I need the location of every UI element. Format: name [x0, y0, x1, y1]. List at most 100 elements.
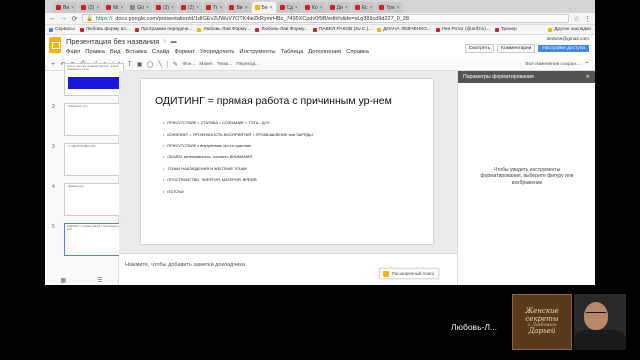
- slide-bullet[interactable]: • ПРОСТРАНСТВО, ЭНЕРГИЯ, МАТЕРИЯ, ВРЕМЯ: [163, 174, 313, 185]
- speaker-notes[interactable]: Нажмите, чтобы добавить заметки докладчи…: [119, 253, 457, 285]
- close-tab-icon[interactable]: ×: [220, 5, 223, 11]
- close-tab-icon[interactable]: ×: [320, 5, 323, 11]
- browser-tab[interactable]: Tr ×: [203, 2, 226, 13]
- back-icon[interactable]: ←: [49, 15, 56, 22]
- browser-tab[interactable]: Ви ×: [53, 2, 78, 13]
- present-button[interactable]: Смотреть: [464, 44, 495, 53]
- bookmark-item[interactable]: Леи Ротаг (@arifzin)...: [435, 27, 490, 32]
- close-tab-icon[interactable]: ×: [270, 5, 273, 11]
- bullet-text: ТОЧКИ НАБЛЮДЕНИЯ И ЖЕСТКИЕ ТОЧКИ: [167, 165, 247, 171]
- list-view-icon[interactable]: ☰: [97, 277, 102, 284]
- share-button[interactable]: Настройки доступа: [538, 45, 589, 52]
- collapse-icon[interactable]: ⌃: [584, 61, 590, 68]
- user-email[interactable]: dedose@gmail.com: [547, 37, 589, 42]
- menu-item[interactable]: Справка: [346, 49, 369, 55]
- url-field[interactable]: 🔒 https://docs.google.com/presentation/d…: [82, 14, 569, 23]
- close-tab-icon[interactable]: ×: [196, 5, 199, 11]
- bookmark-item[interactable]: Любовь-Лав Форму...: [197, 27, 250, 32]
- browser-tab[interactable]: (2) ×: [78, 2, 103, 13]
- slide-bullet[interactable]: • ПРИСУТСТВИЕ = СТАТИКА = СОЗНАНИЕ = ТЭТА…: [163, 117, 313, 128]
- browser-tab[interactable]: Mi ×: [103, 2, 127, 13]
- layout-button[interactable]: Макет: [199, 62, 213, 67]
- close-tab-icon[interactable]: ×: [245, 5, 248, 11]
- slide-thumbnail[interactable]: Третье понятие-создание Одитинг - диалог…: [45, 61, 124, 99]
- slide-thumbnail[interactable]: 3 • 3. НЕСПОСОБНОСТЬ: [45, 141, 124, 179]
- menu-item[interactable]: Слайд: [152, 49, 169, 55]
- slide-bullet[interactable]: • ТОЧКИ НАБЛЮДЕНИЯ И ЖЕСТКИЕ ТОЧКИ: [163, 163, 313, 174]
- slide-thumbnail[interactable]: 4 • Диагностика: [45, 181, 124, 219]
- bookmark-item[interactable]: ПАВЕЛ РАКОВ (Sv.C.)...: [312, 27, 372, 32]
- close-tab-icon[interactable]: ×: [71, 5, 74, 11]
- browser-tab[interactable]: Gri ×: [127, 2, 152, 13]
- bookmark-item[interactable]: Любовь-Лав Форму...: [255, 27, 308, 32]
- menu-item[interactable]: Упорядочить: [200, 49, 235, 55]
- slide-thumbnail[interactable]: 5 ОДИТИНГ = прямая работа с причинным ур-…: [45, 221, 124, 259]
- folder-icon[interactable]: ▬: [171, 39, 177, 45]
- comments-button[interactable]: Комментарии: [497, 44, 536, 53]
- image-icon[interactable]: ▣: [137, 61, 143, 68]
- bookmark-item[interactable]: Любовь форму во...: [79, 27, 130, 32]
- menu-item[interactable]: Правка: [85, 49, 105, 55]
- slide-preview-text: ОДИТИНГ = прямая работа с причинным ур-н…: [67, 225, 121, 232]
- menu-icon[interactable]: ⋮: [584, 15, 591, 23]
- browser-tab[interactable]: Ес ×: [351, 2, 376, 13]
- close-tab-icon[interactable]: ×: [345, 5, 348, 11]
- bookmark-item[interactable]: Сервисы: [49, 27, 75, 32]
- close-icon[interactable]: ✕: [586, 74, 590, 80]
- close-tab-icon[interactable]: ×: [171, 5, 174, 11]
- grid-view-icon[interactable]: ▦: [60, 277, 66, 284]
- star-icon[interactable]: ☆: [162, 38, 167, 45]
- menu-item[interactable]: Файл: [66, 49, 80, 55]
- browser-tab[interactable]: Сд ×: [276, 2, 301, 13]
- bookmark-icon: [197, 27, 202, 32]
- close-tab-icon[interactable]: ×: [120, 5, 123, 11]
- browser-tab[interactable]: (2) ×: [177, 2, 202, 13]
- browser-tab[interactable]: Бе ×: [251, 2, 276, 13]
- bookmark-item[interactable]: Тренер: [494, 27, 517, 32]
- browser-tab[interactable]: Ко ×: [301, 2, 326, 13]
- browser-tab[interactable]: Ви ×: [226, 2, 251, 13]
- slide-bullets[interactable]: • ПРИСУТСТВИЕ = СТАТИКА = СОЗНАНИЕ = ТЭТА…: [163, 117, 313, 197]
- menu-item[interactable]: Вставка: [125, 49, 147, 55]
- slide-bullet[interactable]: • КОНФЛИКТ = ПРОФИЧНОСТЬ ВОСПРИЯТИЯ = ПРО…: [163, 128, 313, 139]
- bookmark-item[interactable]: Программа передачи...: [134, 27, 192, 32]
- close-tab-icon[interactable]: ×: [96, 5, 99, 11]
- comment-icon[interactable]: ✎: [172, 61, 178, 68]
- youtube-icon: [180, 5, 186, 10]
- background-button[interactable]: Фон...: [182, 62, 195, 67]
- browser-tab[interactable]: (2) ×: [152, 2, 177, 13]
- menu-item[interactable]: Вид: [110, 49, 121, 55]
- notes-placeholder[interactable]: Нажмите, чтобы добавить заметки докладчи…: [125, 262, 245, 268]
- theme-button[interactable]: Тема...: [217, 62, 232, 67]
- current-slide[interactable]: ОДИТИНГ = прямая работа с причинным ур-н…: [141, 79, 433, 244]
- doc-title[interactable]: Презентация без названия: [66, 37, 159, 46]
- close-tab-icon[interactable]: ×: [295, 5, 298, 11]
- forward-icon[interactable]: →: [60, 15, 67, 22]
- slide-thumbnail[interactable]: 2 • Конкретно: что •: [45, 101, 124, 139]
- slide-title[interactable]: ОДИТИНГ = прямая работа с причинным ур-н…: [155, 95, 392, 107]
- line-icon[interactable]: ╲: [157, 61, 163, 68]
- browser-tab[interactable]: Ди ×: [326, 2, 351, 13]
- close-tab-icon[interactable]: ×: [146, 5, 149, 11]
- slide-bullet[interactable]: • ОБЪЁМ, интенсивность, точность ВНИМАНИЯ: [163, 151, 313, 162]
- shape-icon[interactable]: ◯: [147, 61, 154, 68]
- slide-bullet[interactable]: • ПОТОКИ: [163, 185, 313, 196]
- slide-bullet[interactable]: • ПРИСУТСТВИЕ с внутренним что-то-чувстви…: [163, 140, 313, 151]
- reload-icon[interactable]: ⟳: [71, 15, 78, 23]
- explore-label: Расширенный поиск: [392, 271, 435, 276]
- browser-tab[interactable]: Тре ×: [376, 2, 403, 13]
- bookmark-item[interactable]: Другие закладки: [548, 27, 591, 32]
- explore-button[interactable]: Расширенный поиск: [379, 268, 439, 279]
- close-tab-icon[interactable]: ×: [397, 5, 400, 11]
- close-tab-icon[interactable]: ×: [369, 5, 372, 11]
- star-icon[interactable]: ☆: [573, 15, 580, 23]
- apps-icon: [49, 27, 53, 32]
- menu-item[interactable]: Инструменты: [239, 49, 275, 55]
- transition-button[interactable]: Переход...: [236, 62, 259, 67]
- menu-item[interactable]: Таблица: [281, 49, 304, 55]
- bookmark-item[interactable]: ДИАНА ЛЕВЧЕНКО...: [377, 27, 431, 32]
- slides-logo-icon[interactable]: [49, 37, 61, 53]
- text-box-icon[interactable]: T: [127, 62, 133, 68]
- menu-item[interactable]: Дополнения: [308, 49, 341, 55]
- menu-item[interactable]: Формат: [174, 49, 195, 55]
